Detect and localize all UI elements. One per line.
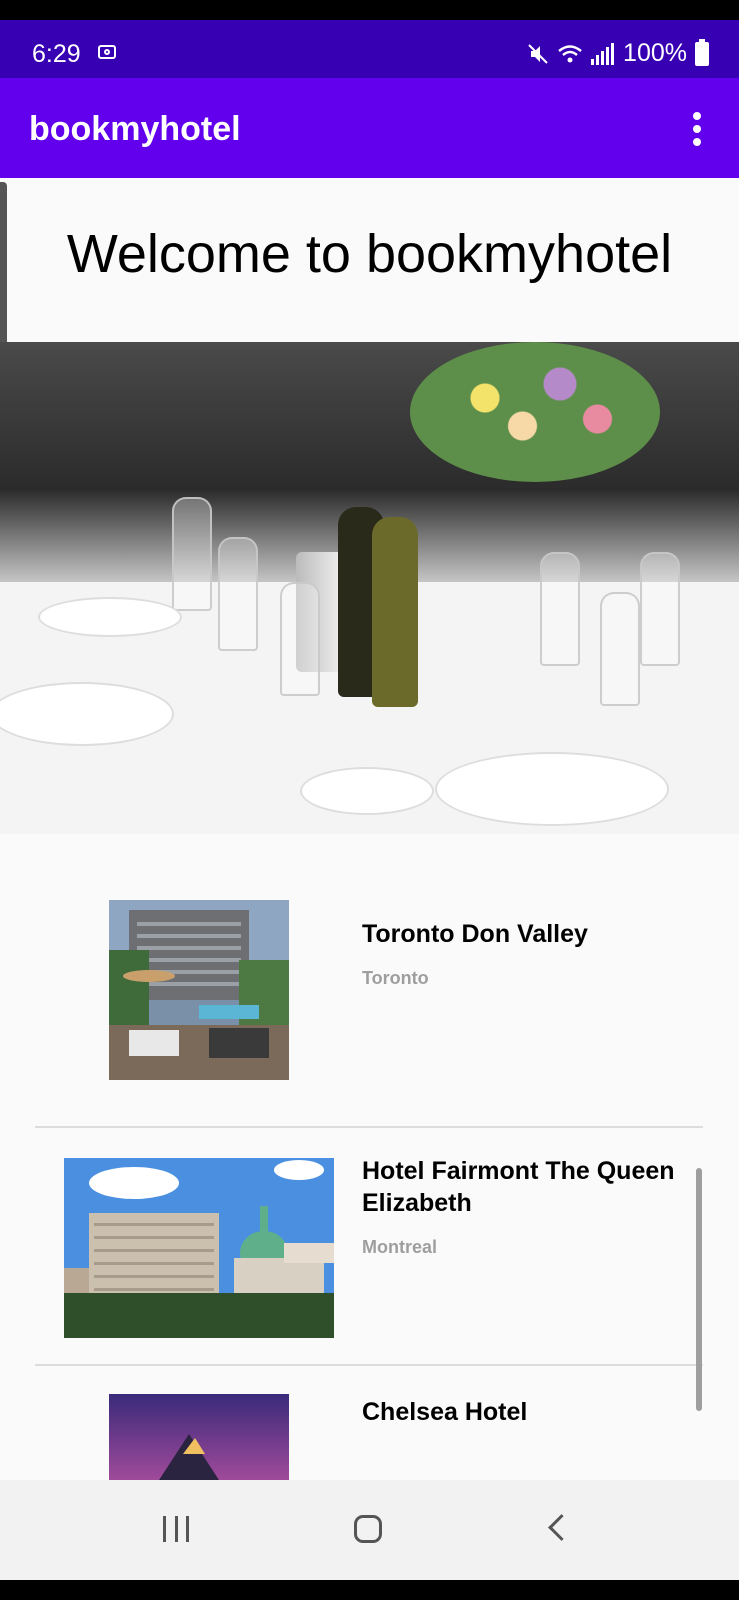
status-icons: 100% (527, 38, 709, 68)
app-title: bookmyhotel (29, 110, 241, 148)
hotel-city: Toronto (362, 968, 429, 988)
wifi-icon (558, 44, 582, 62)
overflow-menu-icon[interactable] (693, 112, 703, 146)
hotel-city: Montreal (362, 1237, 438, 1257)
battery-icon (695, 38, 709, 66)
home-icon[interactable] (354, 1515, 382, 1543)
app-bar: bookmyhotel (0, 78, 739, 178)
status-bar: 6:29 100% (0, 20, 739, 78)
navigation-bar (0, 1480, 739, 1580)
hotel-name: Toronto Don Valley (362, 920, 588, 948)
hotel-list-item[interactable]: Toronto Don Valley Toronto (0, 880, 739, 1090)
hotel-thumbnail (109, 900, 289, 1080)
welcome-heading: Welcome to bookmyhotel (66, 224, 673, 284)
screenshot-icon (98, 45, 116, 59)
status-time: 6:29 (32, 40, 81, 68)
mute-icon (528, 43, 548, 64)
hotel-name: Chelsea Hotel (362, 1398, 528, 1426)
main-content[interactable]: Welcome to bookmyhotel Toronto Don Valle… (0, 178, 739, 1480)
scrollbar[interactable] (696, 1168, 702, 1411)
hero-image (0, 342, 739, 834)
hotel-thumbnail (64, 1158, 334, 1338)
hotel-list-item[interactable]: Chelsea Hotel (0, 1366, 739, 1480)
back-icon[interactable] (548, 1514, 575, 1541)
hotel-name: Hotel Fairmont The Queen Elizabeth (362, 1157, 675, 1217)
recent-apps-icon[interactable] (163, 1516, 189, 1542)
hotel-list-item[interactable]: Hotel Fairmont The Queen Elizabeth Montr… (0, 1128, 739, 1358)
battery-percent: 100% (623, 39, 687, 67)
signal-icon (591, 42, 615, 65)
hotel-thumbnail (109, 1394, 289, 1480)
app-screen: 6:29 100% bookmyhotel Welcome to bookmyh… (0, 20, 739, 1580)
